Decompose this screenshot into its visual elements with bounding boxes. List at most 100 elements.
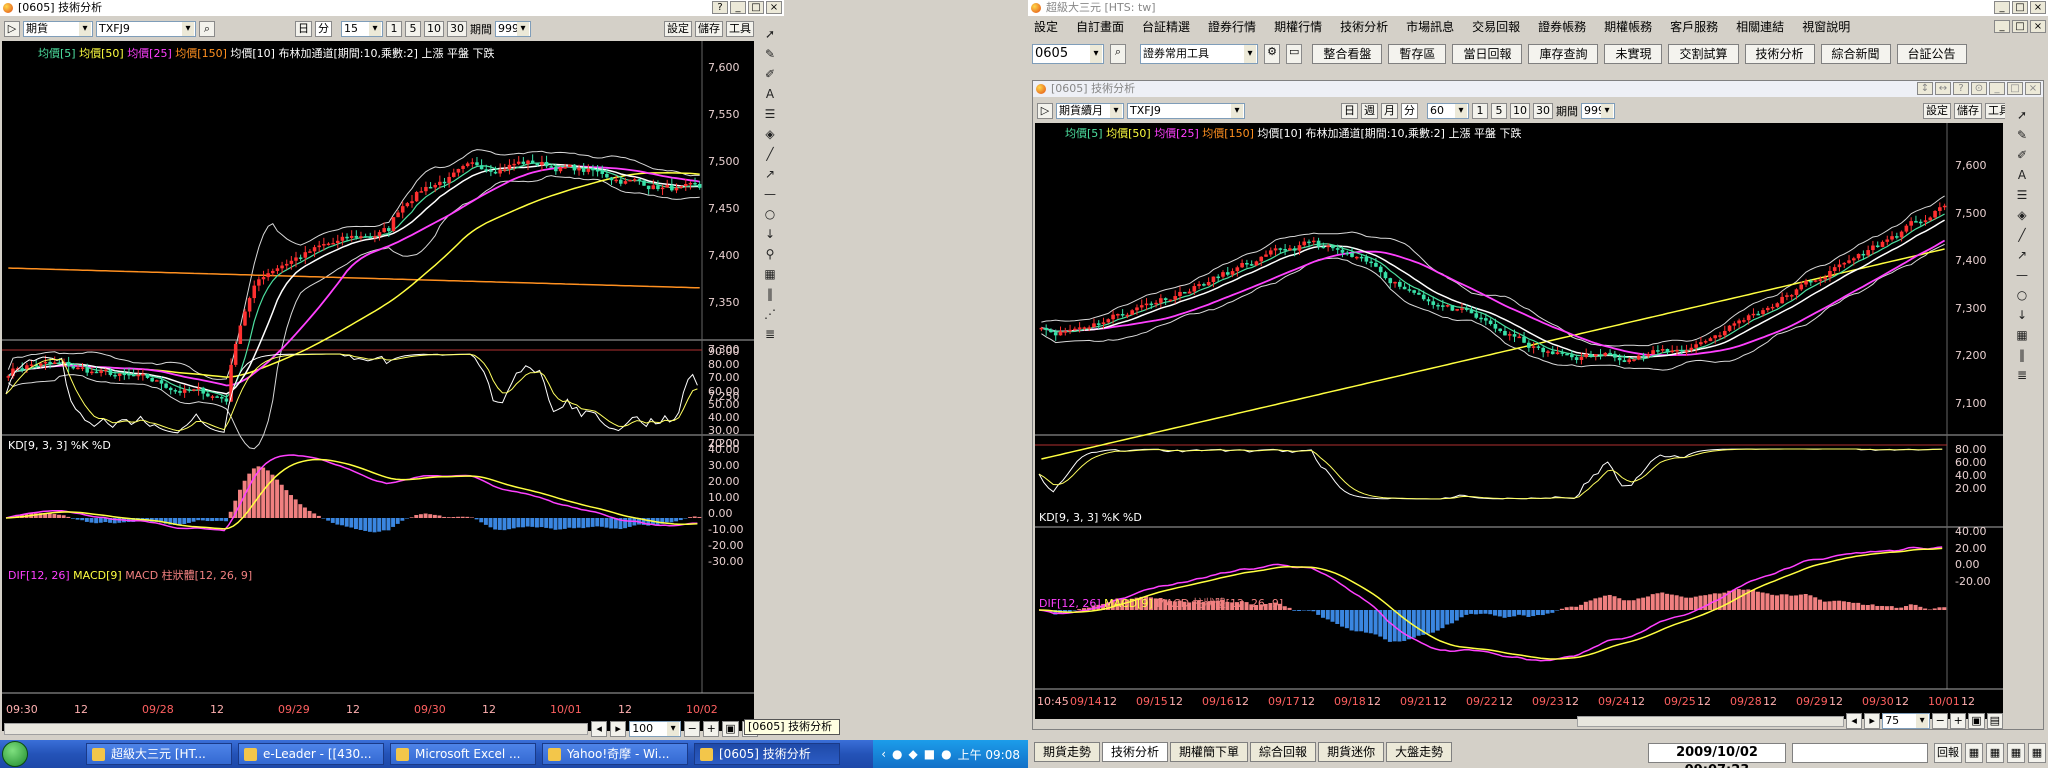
bottom-tab-1[interactable]: 技術分析 bbox=[1102, 742, 1169, 762]
bottom-tab-3[interactable]: 綜合回報 bbox=[1250, 742, 1317, 762]
start-button[interactable] bbox=[2, 741, 28, 767]
scroll-value[interactable]: 75 bbox=[1882, 713, 1931, 729]
period-day-button[interactable]: 日 bbox=[295, 21, 312, 37]
tray-arrow-icon[interactable]: ‹ bbox=[881, 747, 886, 761]
draw-icon[interactable]: ✐ bbox=[2014, 147, 2030, 163]
taskbar-item-2[interactable]: Microsoft Excel ... bbox=[390, 743, 536, 765]
help-icon[interactable]: ? bbox=[712, 1, 728, 14]
symbol-select[interactable]: TXFJ9 bbox=[1127, 103, 1245, 119]
line-tool-icon[interactable]: ╱ bbox=[2014, 227, 2030, 243]
save-button[interactable]: 儲存 bbox=[695, 21, 723, 37]
maximize-icon[interactable]: □ bbox=[2007, 82, 2023, 95]
symbol-select[interactable]: TXFJ9 bbox=[96, 21, 196, 37]
ctrl1-icon[interactable]: ↕ bbox=[1917, 82, 1933, 95]
zoom-out-icon[interactable]: − bbox=[684, 721, 701, 737]
period-day-button[interactable]: 日 bbox=[1341, 103, 1358, 119]
scroll-right-button[interactable]: ▸ bbox=[610, 721, 627, 737]
minimize-icon[interactable]: _ bbox=[1994, 1, 2010, 14]
command-button-6[interactable]: 技術分析 bbox=[1744, 44, 1815, 64]
text-icon[interactable]: A bbox=[2014, 167, 2030, 183]
layout-icon[interactable]: ▣ bbox=[722, 721, 739, 737]
command-button-3[interactable]: 庫存查詢 bbox=[1528, 44, 1599, 64]
play-icon[interactable]: ▷ bbox=[1037, 103, 1053, 119]
zoom-in-icon[interactable]: + bbox=[1950, 713, 1967, 729]
grid-tool-icon[interactable]: ▦ bbox=[2014, 327, 2030, 343]
lines-icon[interactable]: ☰ bbox=[762, 106, 778, 122]
product-select[interactable]: 期貨 bbox=[23, 21, 93, 37]
text-icon[interactable]: A bbox=[762, 86, 778, 102]
menu-item-2[interactable]: 台証精選 bbox=[1142, 18, 1190, 38]
palette-icon[interactable]: ◈ bbox=[762, 126, 778, 142]
command-button-7[interactable]: 綜合新聞 bbox=[1820, 44, 1891, 64]
menu-item-3[interactable]: 證券行情 bbox=[1208, 18, 1256, 38]
doc-restore-icon[interactable]: □ bbox=[2012, 20, 2028, 33]
status-icon-2[interactable]: ▦ bbox=[1986, 743, 2004, 763]
close-icon[interactable]: × bbox=[2025, 82, 2041, 95]
window-icon[interactable]: ▭ bbox=[1286, 44, 1303, 64]
lines-icon[interactable]: ☰ bbox=[2014, 187, 2030, 203]
search-icon[interactable]: ⌕ bbox=[1110, 44, 1126, 64]
layout-icon[interactable]: ▣ bbox=[1968, 713, 1985, 729]
help-icon[interactable]: ? bbox=[1953, 82, 1969, 95]
doc-close-icon[interactable]: × bbox=[2030, 20, 2046, 33]
bars-tool-icon[interactable]: ‖ bbox=[762, 286, 778, 302]
close-icon[interactable]: × bbox=[2030, 1, 2046, 14]
hline-tool-icon[interactable]: — bbox=[762, 186, 778, 202]
bottom-tab-5[interactable]: 大盤走勢 bbox=[1386, 742, 1453, 762]
code-input[interactable]: 0605 bbox=[1032, 44, 1104, 64]
close-icon[interactable]: × bbox=[766, 1, 782, 14]
n1-button[interactable]: 1 bbox=[1472, 103, 1488, 119]
taskbar-item-4[interactable]: [0605] 技術分析 bbox=[694, 743, 840, 765]
layout2-icon[interactable]: ▤ bbox=[1986, 713, 2003, 729]
command-button-2[interactable]: 當日回報 bbox=[1452, 44, 1523, 64]
tray-icon-2[interactable]: ◆ bbox=[909, 747, 918, 761]
n30-button[interactable]: 30 bbox=[447, 21, 467, 37]
status-icon-3[interactable]: ▦ bbox=[2007, 743, 2025, 763]
eraser-icon[interactable]: ✎ bbox=[762, 46, 778, 62]
minimize-icon[interactable]: _ bbox=[730, 1, 746, 14]
menu-item-0[interactable]: 設定 bbox=[1034, 18, 1058, 38]
menu-item-11[interactable]: 相關連結 bbox=[1736, 18, 1784, 38]
fib-tool-icon[interactable]: ≣ bbox=[2014, 367, 2030, 383]
left-titlebar[interactable]: [0605] 技術分析 ? _ □ × bbox=[0, 0, 784, 16]
menu-item-9[interactable]: 期權帳務 bbox=[1604, 18, 1652, 38]
n10-button[interactable]: 10 bbox=[424, 21, 444, 37]
menu-item-10[interactable]: 客戶服務 bbox=[1670, 18, 1718, 38]
right-scroll-track[interactable] bbox=[1577, 715, 1845, 727]
scroll-left-button[interactable]: ◂ bbox=[591, 721, 608, 737]
report-button[interactable]: 回報 bbox=[1934, 743, 1962, 763]
taskbar-item-0[interactable]: 超級大三元 [HT... bbox=[86, 743, 232, 765]
menu-item-4[interactable]: 期權行情 bbox=[1274, 18, 1322, 38]
tools-button[interactable]: 工具 bbox=[726, 21, 754, 37]
menu-item-12[interactable]: 視窗說明 bbox=[1802, 18, 1850, 38]
menu-item-8[interactable]: 證券帳務 bbox=[1538, 18, 1586, 38]
command-button-0[interactable]: 整合看盤 bbox=[1312, 44, 1383, 64]
menu-item-5[interactable]: 技術分析 bbox=[1340, 18, 1388, 38]
period-week-button[interactable]: 週 bbox=[1361, 103, 1378, 119]
status-icon-4[interactable]: ▦ bbox=[2028, 743, 2046, 763]
hline-tool-icon[interactable]: — bbox=[2014, 267, 2030, 283]
period-min-button[interactable]: 分 bbox=[315, 21, 332, 37]
command-button-1[interactable]: 暫存區 bbox=[1388, 44, 1447, 64]
save-button[interactable]: 儲存 bbox=[1954, 103, 1982, 119]
draw-icon[interactable]: ✐ bbox=[762, 66, 778, 82]
settings-button[interactable]: 設定 bbox=[1923, 103, 1951, 119]
fork-tool-icon[interactable]: ⚲ bbox=[762, 246, 778, 262]
circle-tool-icon[interactable]: ○ bbox=[762, 206, 778, 222]
scroll-right-button[interactable]: ▸ bbox=[1864, 713, 1881, 729]
settings-button[interactable]: 設定 bbox=[664, 21, 692, 37]
zoom-out-icon[interactable]: − bbox=[1932, 713, 1949, 729]
pointer-icon[interactable]: ➚ bbox=[762, 26, 778, 42]
period-min-button[interactable]: 分 bbox=[1401, 103, 1418, 119]
interval-select[interactable]: 60 bbox=[1427, 103, 1469, 119]
ctrl2-icon[interactable]: ↔ bbox=[1935, 82, 1951, 95]
inner-titlebar[interactable]: [0605] 技術分析 ↕ ↔ ? ⊙ _ □ × bbox=[1033, 81, 2043, 97]
period-input[interactable]: 999 bbox=[1581, 103, 1615, 119]
palette-icon[interactable]: ◈ bbox=[2014, 207, 2030, 223]
product-select[interactable]: 期貨續月 bbox=[1056, 103, 1124, 119]
left-chart-area[interactable]: 均價[5] 均價[50] 均價[25] 均價[150] 均價[10] 布林加通道… bbox=[2, 41, 754, 731]
circle-tool-icon[interactable]: ○ bbox=[2014, 287, 2030, 303]
line-tool-icon[interactable]: ╱ bbox=[762, 146, 778, 162]
command-button-5[interactable]: 交割試算 bbox=[1668, 44, 1739, 64]
n1-button[interactable]: 1 bbox=[386, 21, 402, 37]
